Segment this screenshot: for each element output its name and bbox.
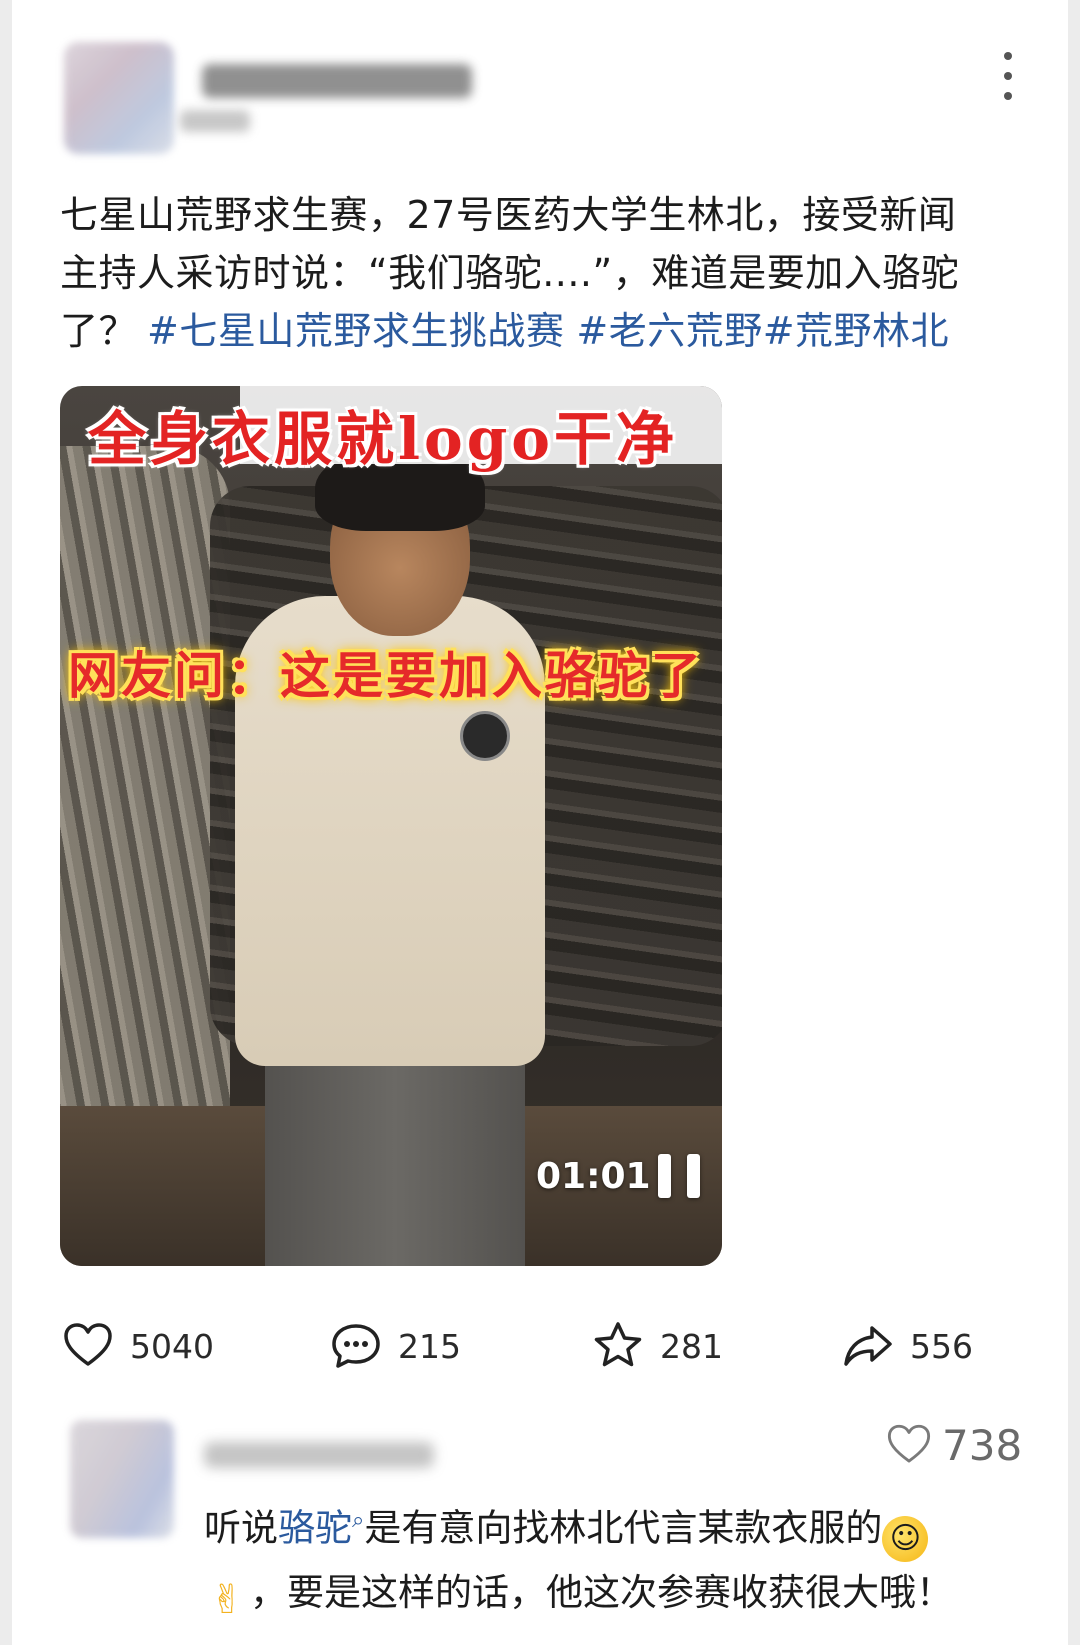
star-icon: [594, 1322, 642, 1367]
comment-search-link[interactable]: 骆驼: [278, 1506, 352, 1549]
heart-icon: [887, 1424, 931, 1463]
share-button[interactable]: 556: [840, 1316, 973, 1376]
comment-text: 听说: [204, 1506, 278, 1550]
video-player[interactable]: 全身衣服就logo干净 网友问：这是要加入骆驼了 01:01: [60, 386, 722, 1266]
video-timestamp: 01:01: [536, 1156, 651, 1197]
author-meta-redacted: [180, 110, 250, 132]
search-icon[interactable]: ⌕: [352, 1508, 364, 1533]
comment-like-button[interactable]: 738: [884, 1420, 1022, 1470]
like-button[interactable]: 5040: [60, 1316, 214, 1376]
post-text-line: 主持人采访时说：“我们骆驼....”，难道是要加入骆驼: [60, 251, 960, 295]
comment-like-count: 738: [942, 1420, 1023, 1470]
like-count: 5040: [130, 1326, 214, 1366]
author-avatar[interactable]: [64, 42, 174, 154]
favorite-count: 281: [660, 1326, 723, 1366]
comment-icon: [332, 1324, 380, 1368]
thumbs-up-emoji-icon: ✌: [210, 1577, 244, 1624]
post-body: 七星山荒野求生赛，27号医药大学生林北，接受新闻 主持人采访时说：“我们骆驼..…: [60, 186, 1020, 360]
video-scene-rock: [60, 446, 230, 1206]
commenter-avatar[interactable]: [70, 1420, 174, 1538]
hashtag-link[interactable]: #荒野林北: [763, 309, 949, 353]
pause-icon[interactable]: [658, 1154, 700, 1198]
comment-body: 听说骆驼⌕是有意向找林北代言某款衣服的 ☺ ✌ ，要是这样的话，他这次参赛收获很大哦…: [204, 1490, 1024, 1624]
comment-count: 215: [398, 1326, 461, 1366]
hashtag-link[interactable]: #七星山荒野求生挑战赛: [147, 309, 564, 353]
comment-text: 是有意向找林北代言某款衣服的: [364, 1506, 883, 1550]
commenter-name-redacted[interactable]: [204, 1442, 434, 1468]
hashtag-link[interactable]: #老六荒野: [576, 309, 762, 353]
post-text-line-with-tags: 了？ #七星山荒野求生挑战赛 #老六荒野#荒野林北: [60, 302, 1020, 360]
camel-badge-logo: [460, 711, 510, 761]
action-bar: 5040 215 281 556: [60, 1316, 1020, 1376]
more-options-icon[interactable]: [996, 52, 1020, 100]
comment-line: 听说骆驼⌕是有意向找林北代言某款衣服的 ☺: [204, 1490, 1024, 1563]
video-caption-top: 全身衣服就logo干净: [88, 405, 678, 473]
share-count: 556: [910, 1326, 973, 1366]
post-text-line: 了？: [60, 309, 138, 353]
post-card: 七星山荒野求生赛，27号医药大学生林北，接受新闻 主持人采访时说：“我们骆驼..…: [12, 0, 1068, 1645]
laughing-emoji-icon: ☺: [882, 1516, 929, 1563]
comment-button[interactable]: 215: [328, 1316, 461, 1376]
share-icon: [844, 1326, 892, 1366]
post-text-line: 七星山荒野求生赛，27号医药大学生林北，接受新闻: [60, 193, 957, 237]
comment-text: ，要是这样的话，他这次参赛收获很大哦！: [250, 1571, 953, 1615]
video-person-legs: [265, 1036, 525, 1266]
favorite-button[interactable]: 281: [590, 1316, 723, 1376]
video-caption-middle: 网友问：这是要加入骆驼了: [68, 646, 704, 705]
author-name-redacted[interactable]: [202, 64, 472, 98]
heart-icon: [64, 1323, 112, 1366]
comment-line: ✌ ，要是这样的话，他这次参赛收获很大哦！: [204, 1562, 1024, 1624]
